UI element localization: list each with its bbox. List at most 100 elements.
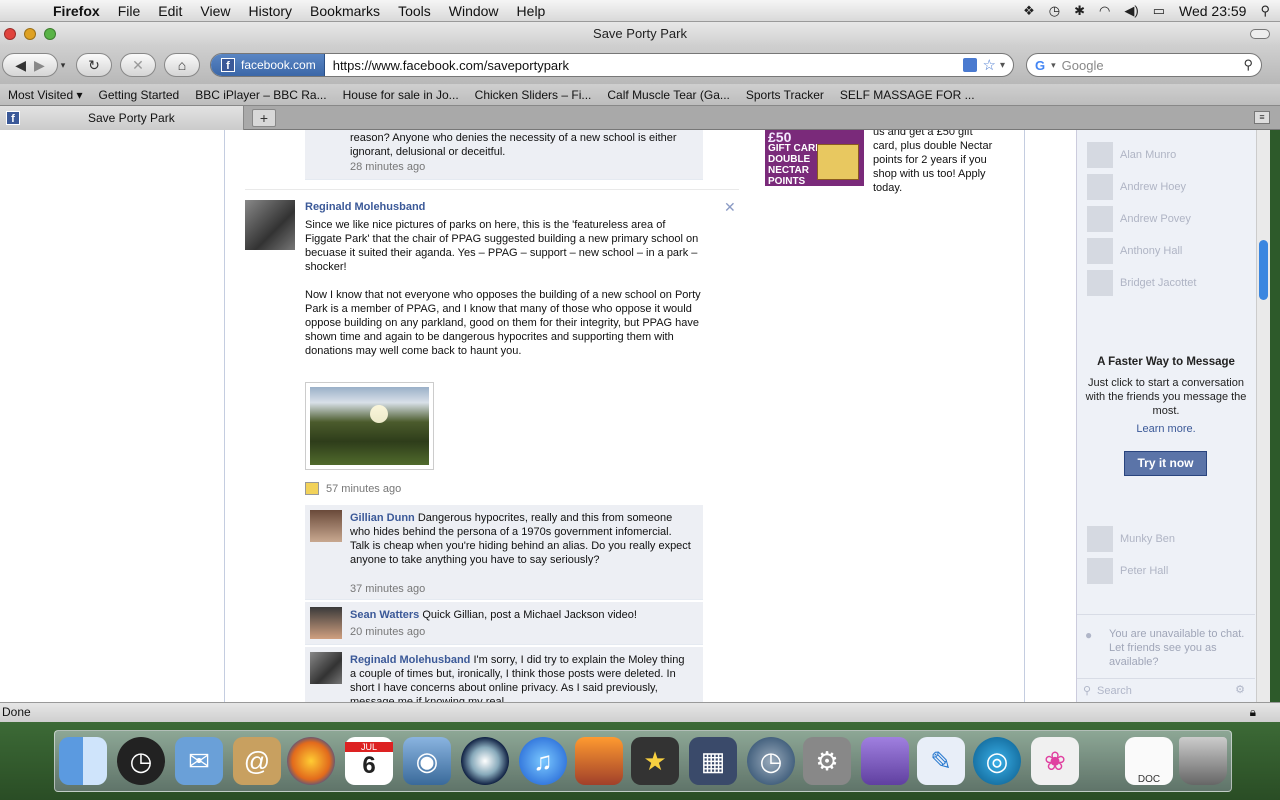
battery-icon[interactable]: ▭ <box>1153 3 1165 19</box>
chat-settings-icon[interactable]: ⚙ <box>1235 683 1245 696</box>
chat-friend[interactable]: Munky Ben <box>1087 526 1175 552</box>
page-scrollbar[interactable] <box>1256 130 1270 702</box>
dashboard-icon[interactable]: ◷ <box>117 737 165 785</box>
airport-icon[interactable]: ◎ <box>973 737 1021 785</box>
stacks-icon[interactable] <box>861 737 909 785</box>
zoom-window-icon[interactable] <box>44 28 56 40</box>
menu-bookmarks[interactable]: Bookmarks <box>301 3 389 19</box>
post-author-avatar[interactable] <box>245 200 295 250</box>
dropbox-icon[interactable]: ❖ <box>1023 3 1035 19</box>
doc-icon[interactable]: DOC <box>1125 737 1173 785</box>
chat-friend[interactable]: Andrew Hoey <box>1087 174 1186 200</box>
previous-comment-time[interactable]: 28 minutes ago <box>350 161 695 173</box>
menu-tools[interactable]: Tools <box>389 3 440 19</box>
system-preferences-icon[interactable]: ⚙ <box>803 737 851 785</box>
menu-file[interactable]: File <box>109 3 150 19</box>
home-button[interactable]: ⌂ <box>164 53 200 77</box>
close-window-icon[interactable] <box>4 28 16 40</box>
commenter-avatar[interactable] <box>310 510 342 542</box>
chat-friend[interactable]: Alan Munro <box>1087 142 1176 168</box>
chat-friend[interactable]: Andrew Povey <box>1087 206 1191 232</box>
spaces-icon[interactable]: ▦ <box>689 737 737 785</box>
photo-booth-icon[interactable] <box>575 737 623 785</box>
iphoto-icon[interactable]: ◉ <box>403 737 451 785</box>
menu-help[interactable]: Help <box>508 3 555 19</box>
url-dropdown-icon[interactable]: ▾ <box>1000 60 1005 71</box>
bookmark-most-visited[interactable]: Most Visited ▾ <box>0 88 91 102</box>
scrollbar-thumb[interactable] <box>1259 240 1268 300</box>
commenter-name[interactable]: Sean Watters <box>350 609 419 621</box>
dvd-player-icon[interactable] <box>461 737 509 785</box>
rss-feed-icon[interactable] <box>962 58 977 72</box>
address-book-icon[interactable]: @ <box>233 737 281 785</box>
history-dropdown-icon[interactable]: ▾ <box>58 53 68 77</box>
remove-post-icon[interactable]: ✕ <box>724 199 736 216</box>
search-engine-dropdown-icon[interactable]: ▾ <box>1051 60 1056 71</box>
post-photo[interactable] <box>305 382 434 470</box>
tab-save-porty-park[interactable]: f Save Porty Park <box>0 106 244 130</box>
itunes-icon[interactable]: ♫ <box>519 737 567 785</box>
chat-friend[interactable]: Peter Hall <box>1087 558 1168 584</box>
url-text[interactable]: https://www.facebook.com/saveportypark <box>325 58 963 73</box>
minimize-window-icon[interactable] <box>24 28 36 40</box>
commenter-name[interactable]: Reginald Molehusband <box>350 654 470 666</box>
time-machine-menu-icon[interactable]: ◷ <box>1049 3 1060 19</box>
butterfly-icon[interactable]: ❀ <box>1031 737 1079 785</box>
url-bar[interactable]: f facebook.com https://www.facebook.com/… <box>210 53 1014 77</box>
new-tab-button[interactable]: + <box>252 109 276 127</box>
tab-list-icon[interactable]: ≡ <box>1254 111 1270 124</box>
site-identity-button[interactable]: f facebook.com <box>211 54 325 76</box>
menu-history[interactable]: History <box>239 3 301 19</box>
bookmark-bbc-iplayer[interactable]: BBC iPlayer – BBC Ra... <box>187 88 334 102</box>
bookmark-calf-muscle[interactable]: Calf Muscle Tear (Ga... <box>599 88 737 102</box>
volume-icon[interactable]: ◀) <box>1124 3 1138 19</box>
ad-text[interactable]: us and get a £50 gift card, plus double … <box>873 130 997 195</box>
toolbar-toggle-icon[interactable] <box>1250 29 1270 39</box>
menu-view[interactable]: View <box>191 3 239 19</box>
forward-arrow-icon[interactable]: ▶ <box>34 57 45 74</box>
menu-window[interactable]: Window <box>440 3 508 19</box>
comment-time[interactable]: 37 minutes ago <box>350 583 425 595</box>
reload-button[interactable]: ↻ <box>76 53 112 77</box>
spotlight-icon[interactable]: ⚲ <box>1260 3 1270 19</box>
commenter-avatar[interactable] <box>310 652 342 684</box>
back-arrow-icon[interactable]: ◀ <box>15 57 26 74</box>
finder-icon[interactable] <box>59 737 107 785</box>
back-forward-buttons[interactable]: ◀ ▶ <box>2 53 58 77</box>
search-icon[interactable]: ⚲ <box>1243 57 1253 73</box>
google-engine-icon[interactable]: G <box>1035 58 1045 73</box>
chat-friend[interactable]: Bridget Jacottet <box>1087 270 1196 296</box>
firefox-icon[interactable] <box>287 737 335 785</box>
stop-button[interactable]: ✕ <box>120 53 156 77</box>
menu-app-name[interactable]: Firefox <box>44 3 109 19</box>
ad-image[interactable]: £50 GIFT CARD DOUBLE NECTAR POINTS <box>765 130 864 186</box>
bookmark-self-massage[interactable]: SELF MASSAGE FOR ... <box>832 88 983 102</box>
commenter-name[interactable]: Gillian Dunn <box>350 512 415 524</box>
bookmark-house-for-sale[interactable]: House for sale in Jo... <box>335 88 467 102</box>
bookmark-getting-started[interactable]: Getting Started <box>91 88 188 102</box>
trash-icon[interactable] <box>1179 737 1227 785</box>
menu-edit[interactable]: Edit <box>149 3 191 19</box>
chat-search-input[interactable]: Search <box>1097 685 1132 697</box>
mail-icon[interactable]: ✉ <box>175 737 223 785</box>
search-input[interactable]: Google <box>1062 58 1238 73</box>
wifi-icon[interactable]: ◠ <box>1099 3 1110 19</box>
bookmark-sports-tracker[interactable]: Sports Tracker <box>738 88 832 102</box>
time-machine-icon[interactable]: ◷ <box>747 737 795 785</box>
chat-unavailable-text[interactable]: You are unavailable to chat. Let friends… <box>1109 627 1249 669</box>
comment-time[interactable]: 20 minutes ago <box>350 626 425 638</box>
chat-friend[interactable]: Anthony Hall <box>1087 238 1182 264</box>
quill-icon[interactable]: ✎ <box>917 737 965 785</box>
try-it-now-button[interactable]: Try it now <box>1124 451 1207 476</box>
bookmark-chicken-sliders[interactable]: Chicken Sliders – Fi... <box>467 88 600 102</box>
learn-more-link[interactable]: Learn more. <box>1077 423 1255 435</box>
bluetooth-icon[interactable]: ✱ <box>1074 3 1085 19</box>
imovie-icon[interactable]: ★ <box>631 737 679 785</box>
post-time[interactable]: 57 minutes ago <box>326 483 401 495</box>
menubar-clock[interactable]: Wed 23:59 <box>1179 3 1246 19</box>
commenter-avatar[interactable] <box>310 607 342 639</box>
bookmark-star-icon[interactable]: ☆ <box>983 56 996 74</box>
search-box[interactable]: G ▾ Google ⚲ <box>1026 53 1262 77</box>
post-author-name[interactable]: Reginald Molehusband <box>305 201 425 213</box>
ical-icon[interactable]: JUL 6 <box>345 737 393 785</box>
